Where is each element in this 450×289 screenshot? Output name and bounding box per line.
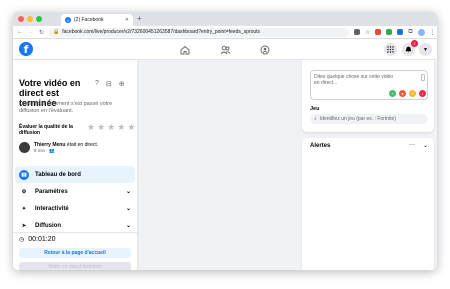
star-icon[interactable]: ★ <box>117 123 125 132</box>
notification-badge: 2 <box>411 40 418 47</box>
menu-item-label: Paramètres <box>35 188 68 195</box>
groups-icon[interactable] <box>258 43 272 56</box>
menu-item-interactivity[interactable]: ✦ Interactivité ⌄ <box>15 200 135 217</box>
rating-description: Dites-nous comment s'est passé votre dif… <box>19 101 113 114</box>
toolbar-extensions: ☆ ⧉ ⋮ <box>354 28 436 36</box>
more-options-icon[interactable]: ··· <box>409 142 415 149</box>
end-live-video-button[interactable]: Vidéo en direct terminée <box>19 262 131 270</box>
feeling-icon[interactable]: ☺ <box>409 90 416 97</box>
help-icon[interactable]: ? <box>95 80 99 88</box>
bell-icon <box>405 46 412 53</box>
star-icon[interactable]: ★ <box>87 123 95 132</box>
star-icon[interactable]: ☆ <box>365 29 370 36</box>
alerts-actions: ··· ⌄ <box>409 142 428 149</box>
gear-icon: ⚙ <box>21 188 27 195</box>
timer-value: 00:01:20 <box>28 236 56 243</box>
broadcast-icon: ➤ <box>21 222 27 229</box>
search-icon: ⌕ <box>314 116 317 122</box>
game-label: Jeu <box>310 106 320 112</box>
extension-blue-icon[interactable] <box>397 29 404 35</box>
notifications-button[interactable]: 2 <box>402 40 418 56</box>
menu-item-label: Diffusion <box>35 222 61 229</box>
sidebar-footer: ◷ 00:01:20 Retour à la page d'accueil Vi… <box>13 232 137 270</box>
back-to-home-button[interactable]: Retour à la page d'accueil <box>19 248 131 258</box>
menu-grid-button[interactable] <box>384 43 397 56</box>
back-arrow-icon[interactable]: ← <box>17 29 23 35</box>
post-attachment-icons: + ● ☺ • <box>389 90 426 97</box>
browser-toolbar: ← → ↻ 🔒 facebook.com/live/producer/v2/73… <box>13 26 437 39</box>
puzzle-icon[interactable]: ⧉ <box>408 29 412 36</box>
menu-item-dashboard[interactable]: ▮▮ Tableau de bord <box>15 166 135 183</box>
audience-friends-icon: 👥 <box>49 148 55 153</box>
alerts-card: Alertes ··· ⌄ <box>302 138 434 270</box>
browser-window: f (2) Facebook ✕ + ← → ↻ 🔒 facebook.com/… <box>13 12 437 270</box>
chevron-down-icon: ⌄ <box>125 206 131 212</box>
star-icon[interactable]: ★ <box>97 123 105 132</box>
dashboard-icon: ▮▮ <box>19 169 29 180</box>
chevron-down-icon: ⌄ <box>125 223 131 229</box>
post-placeholder: Dites quelque chose sur cette vidéo en d… <box>314 74 394 86</box>
profile-avatar[interactable] <box>417 28 425 36</box>
clock-icon: ◷ <box>19 237 25 243</box>
avatar[interactable] <box>19 142 30 153</box>
collapse-panel-icon[interactable]: ⊟ <box>106 80 112 88</box>
forward-arrow-icon[interactable]: → <box>28 29 34 35</box>
lock-icon: 🔒 <box>53 29 60 35</box>
grid-icon <box>387 46 394 53</box>
facebook-header: f 2 ▼ <box>13 39 437 60</box>
facebook-favicon-icon: f <box>65 17 71 23</box>
add-icon[interactable]: ⊕ <box>119 80 125 88</box>
star-icon[interactable]: ★ <box>127 123 135 132</box>
chevron-down-icon[interactable]: ⌄ <box>423 142 428 149</box>
post-description-field[interactable]: Dites quelque chose sur cette vidéo en d… <box>310 70 428 100</box>
alerts-title: Alertes <box>310 143 331 149</box>
url-text: facebook.com/live/producer/v2/7326004512… <box>62 29 261 35</box>
game-placeholder: Identifiez un jeu (par ex. : Fortnite) <box>319 116 396 122</box>
post-details-card: Dites quelque chose sur cette vidéo en d… <box>302 60 434 132</box>
tag-people-icon[interactable]: + <box>389 90 396 97</box>
chevron-down-icon: ⌄ <box>125 189 131 195</box>
game-search-input[interactable]: ⌕ Identifiez un jeu (par ex. : Fortnite) <box>310 114 428 124</box>
new-tab-button[interactable]: + <box>137 14 142 24</box>
address-bar[interactable]: 🔒 facebook.com/live/producer/v2/73260045… <box>49 27 350 37</box>
producer-menu: ▮▮ Tableau de bord ⚙ Paramètres ⌄ ✦ Inte… <box>15 166 135 234</box>
rating-stars: ★ ★ ★ ★ ★ <box>87 123 135 132</box>
tab-close-icon[interactable]: ✕ <box>125 17 129 23</box>
reload-icon[interactable]: ↻ <box>39 29 44 36</box>
expand-editor-icon[interactable] <box>421 74 425 81</box>
browser-tab[interactable]: f (2) Facebook ✕ <box>61 14 133 26</box>
tab-strip: f (2) Facebook ✕ + <box>13 12 437 26</box>
extension-red-icon[interactable] <box>375 29 382 35</box>
account-button[interactable]: ▼ <box>419 43 432 56</box>
location-icon[interactable]: ● <box>399 90 406 97</box>
live-producer-sidebar: Votre vidéo en direct est terminée ? ⊟ ⊕… <box>13 60 137 270</box>
menu-item-settings[interactable]: ⚙ Paramètres ⌄ <box>15 183 135 200</box>
rating-label: Évaluer la qualité de la diffusion <box>19 124 73 136</box>
menu-dots-icon[interactable]: ⋮ <box>430 29 436 36</box>
extension-green-icon[interactable] <box>386 29 393 35</box>
post-time[interactable]: 8 min · <box>34 148 49 153</box>
broadcaster-meta: 8 min · 👥 <box>34 148 98 154</box>
facebook-logo-icon[interactable]: f <box>19 42 33 56</box>
maximize-window-button[interactable] <box>36 16 42 22</box>
menu-item-label: Tableau de bord <box>35 171 81 178</box>
more-options-icon[interactable]: • <box>419 90 426 97</box>
window-controls <box>18 16 42 22</box>
home-icon[interactable] <box>178 43 192 56</box>
close-window-button[interactable] <box>18 16 24 22</box>
minimize-window-button[interactable] <box>27 16 33 22</box>
menu-item-label: Interactivité <box>35 205 69 212</box>
cast-icon[interactable] <box>354 29 361 35</box>
friends-icon[interactable] <box>218 43 232 56</box>
caret-down-icon: ▼ <box>423 46 428 53</box>
broadcaster-status: était en direct. <box>65 142 99 148</box>
interactivity-icon: ✦ <box>21 205 27 212</box>
title-actions: ? ⊟ ⊕ <box>95 80 125 88</box>
tab-title: (2) Facebook <box>74 17 104 23</box>
live-timer: ◷ 00:01:20 <box>19 236 56 243</box>
broadcaster-row: Thierry Menu était en direct. 8 min · 👥 <box>19 142 98 154</box>
star-icon[interactable]: ★ <box>107 123 115 132</box>
